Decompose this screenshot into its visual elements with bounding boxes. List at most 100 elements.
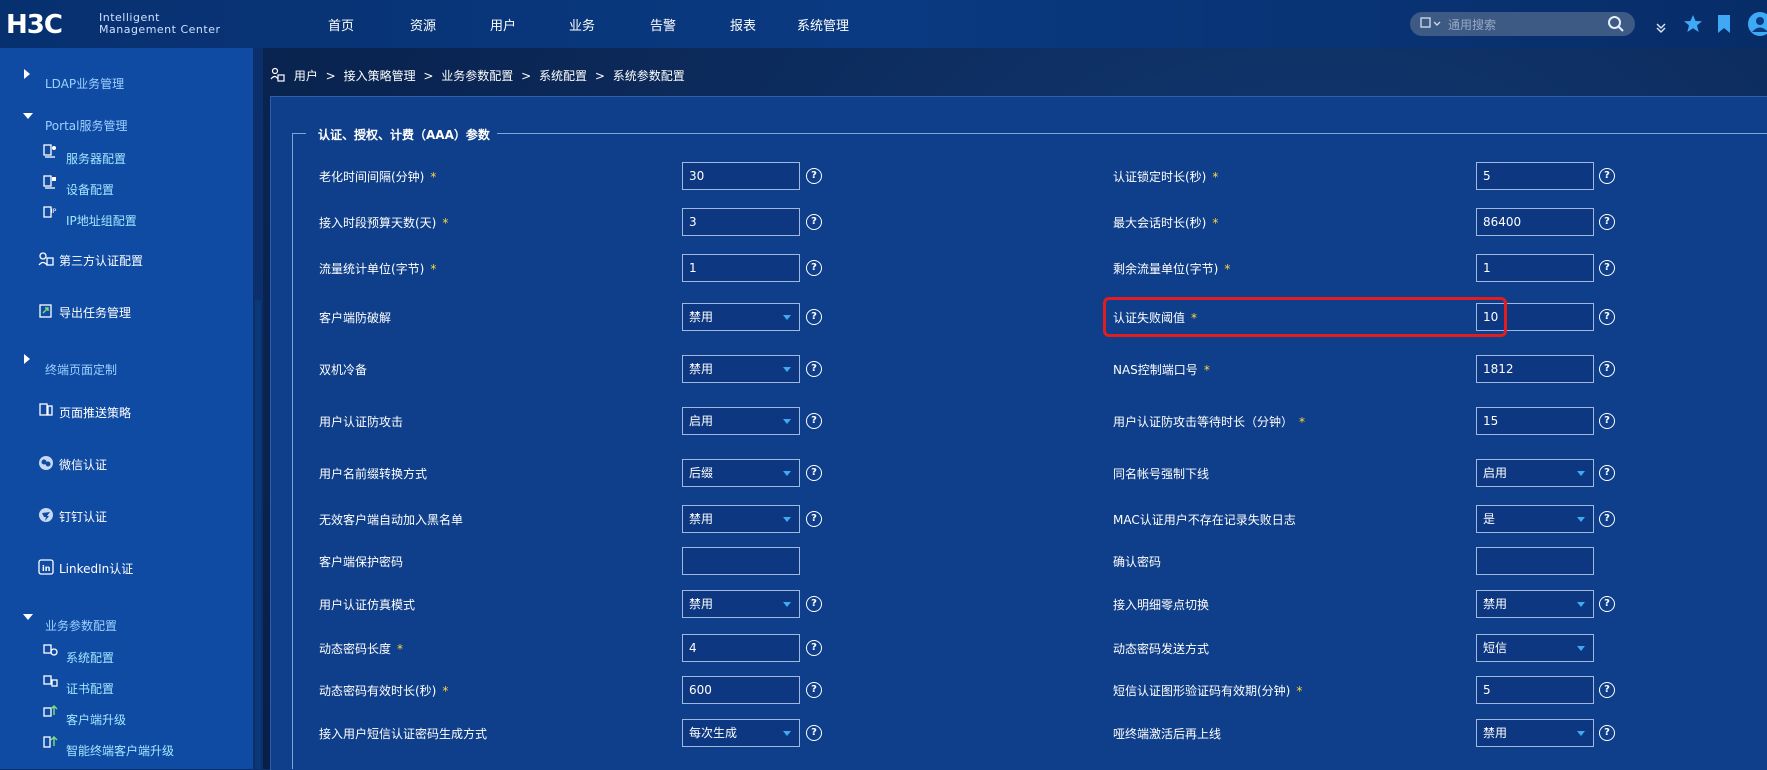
select-dropdown[interactable]: 禁用: [682, 355, 800, 383]
breadcrumb-system-config[interactable]: 系统配置: [539, 69, 587, 83]
search-input[interactable]: [1446, 14, 1600, 36]
field-label: 用户认证仿真模式: [319, 596, 415, 613]
help-icon[interactable]: ?: [1599, 214, 1615, 230]
sidebar-item-linkedin[interactable]: LinkedIn认证: [59, 560, 133, 577]
field-label-text: 接入时段预算天数(天): [319, 216, 437, 230]
annotation-highlight-box: [1103, 297, 1507, 337]
field-label-text: MAC认证用户不存在记录失败日志: [1113, 513, 1296, 527]
field-label: 无效客户端自动加入黑名单: [319, 511, 463, 528]
help-icon[interactable]: ?: [806, 465, 822, 481]
help-icon[interactable]: ?: [1599, 511, 1615, 527]
sidebar-item-portal[interactable]: Portal服务管理: [45, 117, 127, 134]
help-icon[interactable]: ?: [806, 361, 822, 377]
help-icon[interactable]: ?: [1599, 596, 1615, 612]
select-dropdown[interactable]: 启用: [1476, 459, 1594, 487]
sidebar-item-server-config[interactable]: 服务器配置: [66, 150, 126, 167]
collapse-arrow-icon[interactable]: [23, 614, 33, 620]
help-icon[interactable]: ?: [806, 309, 822, 325]
select-dropdown[interactable]: 禁用: [682, 303, 800, 331]
sidebar-item-ip-group[interactable]: IP地址组配置: [66, 212, 137, 229]
nav-alarms[interactable]: 告警: [650, 15, 676, 34]
expand-arrow-icon[interactable]: [24, 354, 30, 364]
help-icon[interactable]: ?: [1599, 361, 1615, 377]
help-icon[interactable]: ?: [806, 640, 822, 656]
text-input[interactable]: 30: [682, 162, 800, 190]
help-icon[interactable]: ?: [1599, 309, 1615, 325]
nav-home[interactable]: 首页: [328, 15, 354, 34]
help-icon[interactable]: ?: [806, 260, 822, 276]
sidebar-item-ldap[interactable]: LDAP业务管理: [45, 75, 124, 92]
sidebar-item-terminal-page[interactable]: 终端页面定制: [45, 361, 117, 378]
bookmark-icon[interactable]: [1717, 14, 1731, 38]
text-input[interactable]: 1812: [1476, 355, 1594, 383]
nav-system-management[interactable]: 系统管理: [797, 15, 849, 34]
search-icon[interactable]: [1607, 15, 1625, 37]
text-input[interactable]: 600: [682, 676, 800, 704]
help-icon[interactable]: ?: [806, 682, 822, 698]
sidebar-item-certificate-config[interactable]: 证书配置: [66, 680, 114, 697]
sidebar-item-business-params[interactable]: 业务参数配置: [45, 617, 117, 634]
sidebar-item-system-config[interactable]: 系统配置: [66, 649, 114, 666]
select-dropdown[interactable]: 启用: [682, 407, 800, 435]
nav-resources[interactable]: 资源: [410, 15, 436, 34]
sidebar-item-dingtalk[interactable]: 钉钉认证: [59, 508, 107, 525]
nav-services[interactable]: 业务: [569, 15, 595, 34]
user-avatar-icon[interactable]: [1748, 12, 1767, 40]
help-icon[interactable]: ?: [806, 725, 822, 741]
collapse-arrow-icon[interactable]: [23, 113, 33, 119]
help-icon[interactable]: ?: [1599, 168, 1615, 184]
help-icon[interactable]: ?: [1599, 725, 1615, 741]
star-icon[interactable]: [1683, 14, 1703, 38]
select-dropdown[interactable]: 禁用: [1476, 590, 1594, 618]
help-icon[interactable]: ?: [806, 596, 822, 612]
help-icon[interactable]: ?: [806, 511, 822, 527]
search-scope-icon[interactable]: [1420, 16, 1442, 33]
text-input[interactable]: 4: [682, 634, 800, 662]
help-icon[interactable]: ?: [1599, 465, 1615, 481]
help-icon[interactable]: ?: [806, 413, 822, 429]
select-value: 启用: [1483, 466, 1508, 480]
sidebar-item-device-config[interactable]: 设备配置: [66, 181, 114, 198]
expand-arrow-icon[interactable]: [24, 69, 30, 79]
text-input[interactable]: 5: [1476, 162, 1594, 190]
text-input[interactable]: 15: [1476, 407, 1594, 435]
sidebar-item-export-task[interactable]: 导出任务管理: [59, 304, 131, 321]
text-input[interactable]: 3: [682, 208, 800, 236]
text-input[interactable]: 5: [1476, 676, 1594, 704]
text-input[interactable]: [1476, 547, 1594, 575]
sidebar-item-wechat[interactable]: 微信认证: [59, 456, 107, 473]
dropdown-caret-icon: [783, 367, 791, 372]
sidebar-item-client-upgrade[interactable]: 客户端升级: [66, 711, 126, 728]
field-label: 用户认证防攻击等待时长（分钟） *: [1113, 413, 1305, 430]
field-label: 动态密码长度 *: [319, 640, 403, 657]
text-input[interactable]: 1: [682, 254, 800, 282]
nav-reports[interactable]: 报表: [730, 15, 756, 34]
select-dropdown[interactable]: 禁用: [682, 505, 800, 533]
breadcrumb-access-policy[interactable]: 接入策略管理: [344, 69, 416, 83]
h3c-logo[interactable]: H3C: [6, 10, 63, 40]
sidebar-item-third-party-auth[interactable]: 第三方认证配置: [59, 252, 143, 269]
select-dropdown[interactable]: 是: [1476, 505, 1594, 533]
help-icon[interactable]: ?: [806, 168, 822, 184]
breadcrumb-users[interactable]: 用户: [294, 69, 318, 83]
select-dropdown[interactable]: 禁用: [1476, 719, 1594, 747]
sidebar-item-smart-terminal-upgrade[interactable]: 智能终端客户端升级: [66, 742, 174, 759]
help-icon[interactable]: ?: [806, 214, 822, 230]
help-icon[interactable]: ?: [1599, 413, 1615, 429]
select-dropdown[interactable]: 短信: [1476, 634, 1594, 662]
help-icon[interactable]: ?: [1599, 682, 1615, 698]
select-dropdown[interactable]: 禁用: [682, 590, 800, 618]
sidebar-item-page-push[interactable]: 页面推送策略: [59, 404, 131, 421]
breadcrumb: 用户 > 接入策略管理 > 业务参数配置 > 系统配置 > 系统参数配置: [270, 67, 685, 86]
text-input[interactable]: 1: [1476, 254, 1594, 282]
breadcrumb-business-params[interactable]: 业务参数配置: [441, 69, 513, 83]
select-dropdown[interactable]: 每次生成: [682, 719, 800, 747]
nav-users[interactable]: 用户: [490, 15, 516, 34]
text-input[interactable]: [682, 547, 800, 575]
text-input[interactable]: 86400: [1476, 208, 1594, 236]
help-icon[interactable]: ?: [1599, 260, 1615, 276]
chevron-down-icon[interactable]: [1655, 18, 1667, 37]
field-label-text: 确认密码: [1113, 555, 1162, 569]
sidebar-scrollbar-thumb[interactable]: [255, 300, 261, 769]
select-dropdown[interactable]: 后缀: [682, 459, 800, 487]
